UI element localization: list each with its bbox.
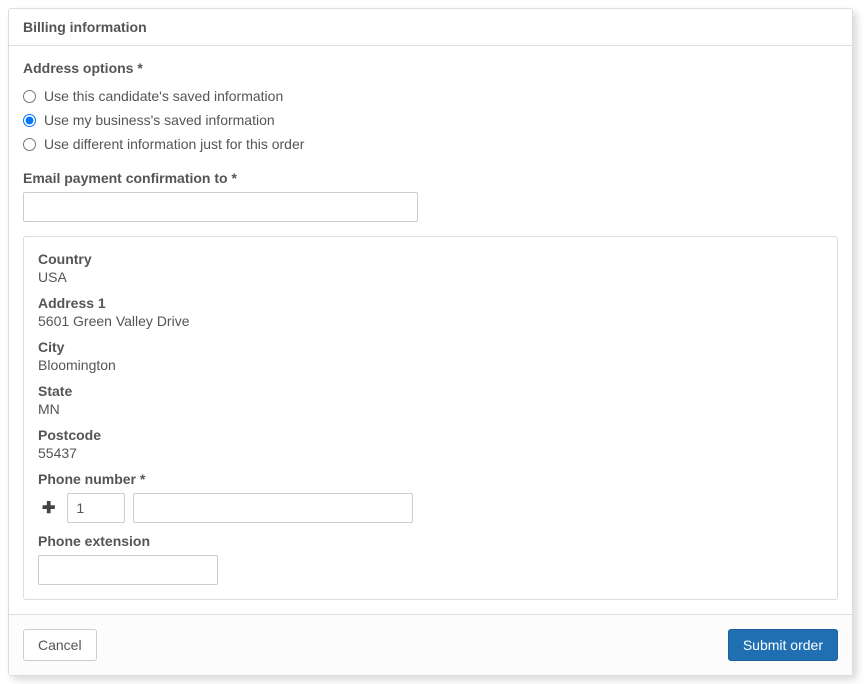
plus-icon: ✚ xyxy=(38,498,59,518)
phone-label: Phone number * xyxy=(38,471,823,487)
submit-order-button[interactable]: Submit order xyxy=(728,629,838,661)
address1-value: 5601 Green Valley Drive xyxy=(38,313,823,329)
radio-input-different[interactable] xyxy=(23,138,36,151)
phone-extension-input[interactable] xyxy=(38,555,218,585)
country-value: USA xyxy=(38,269,823,285)
email-input[interactable] xyxy=(23,192,418,222)
cancel-button[interactable]: Cancel xyxy=(23,629,97,661)
country-label: Country xyxy=(38,251,823,267)
phone-row: ✚ xyxy=(38,493,823,523)
radio-label: Use my business's saved information xyxy=(44,112,275,128)
radio-label: Use different information just for this … xyxy=(44,136,304,152)
radio-option-candidate[interactable]: Use this candidate's saved information xyxy=(23,84,838,108)
phone-number-input[interactable] xyxy=(133,493,413,523)
email-label: Email payment confirmation to * xyxy=(23,170,838,186)
address1-label: Address 1 xyxy=(38,295,823,311)
postcode-label: Postcode xyxy=(38,427,823,443)
radio-option-different[interactable]: Use different information just for this … xyxy=(23,132,838,156)
radio-input-business[interactable] xyxy=(23,114,36,127)
radio-option-business[interactable]: Use my business's saved information xyxy=(23,108,838,132)
phone-country-code-input[interactable] xyxy=(67,493,125,523)
panel-body: Address options * Use this candidate's s… xyxy=(9,46,852,614)
city-label: City xyxy=(38,339,823,355)
address-options-label: Address options * xyxy=(23,60,838,76)
panel-title: Billing information xyxy=(9,9,852,46)
billing-panel: Billing information Address options * Us… xyxy=(8,8,853,676)
postcode-value: 55437 xyxy=(38,445,823,461)
state-label: State xyxy=(38,383,823,399)
address-options-group: Use this candidate's saved information U… xyxy=(23,84,838,156)
extension-label: Phone extension xyxy=(38,533,823,549)
address-panel: Country USA Address 1 5601 Green Valley … xyxy=(23,236,838,600)
radio-input-candidate[interactable] xyxy=(23,90,36,103)
state-value: MN xyxy=(38,401,823,417)
radio-label: Use this candidate's saved information xyxy=(44,88,283,104)
city-value: Bloomington xyxy=(38,357,823,373)
